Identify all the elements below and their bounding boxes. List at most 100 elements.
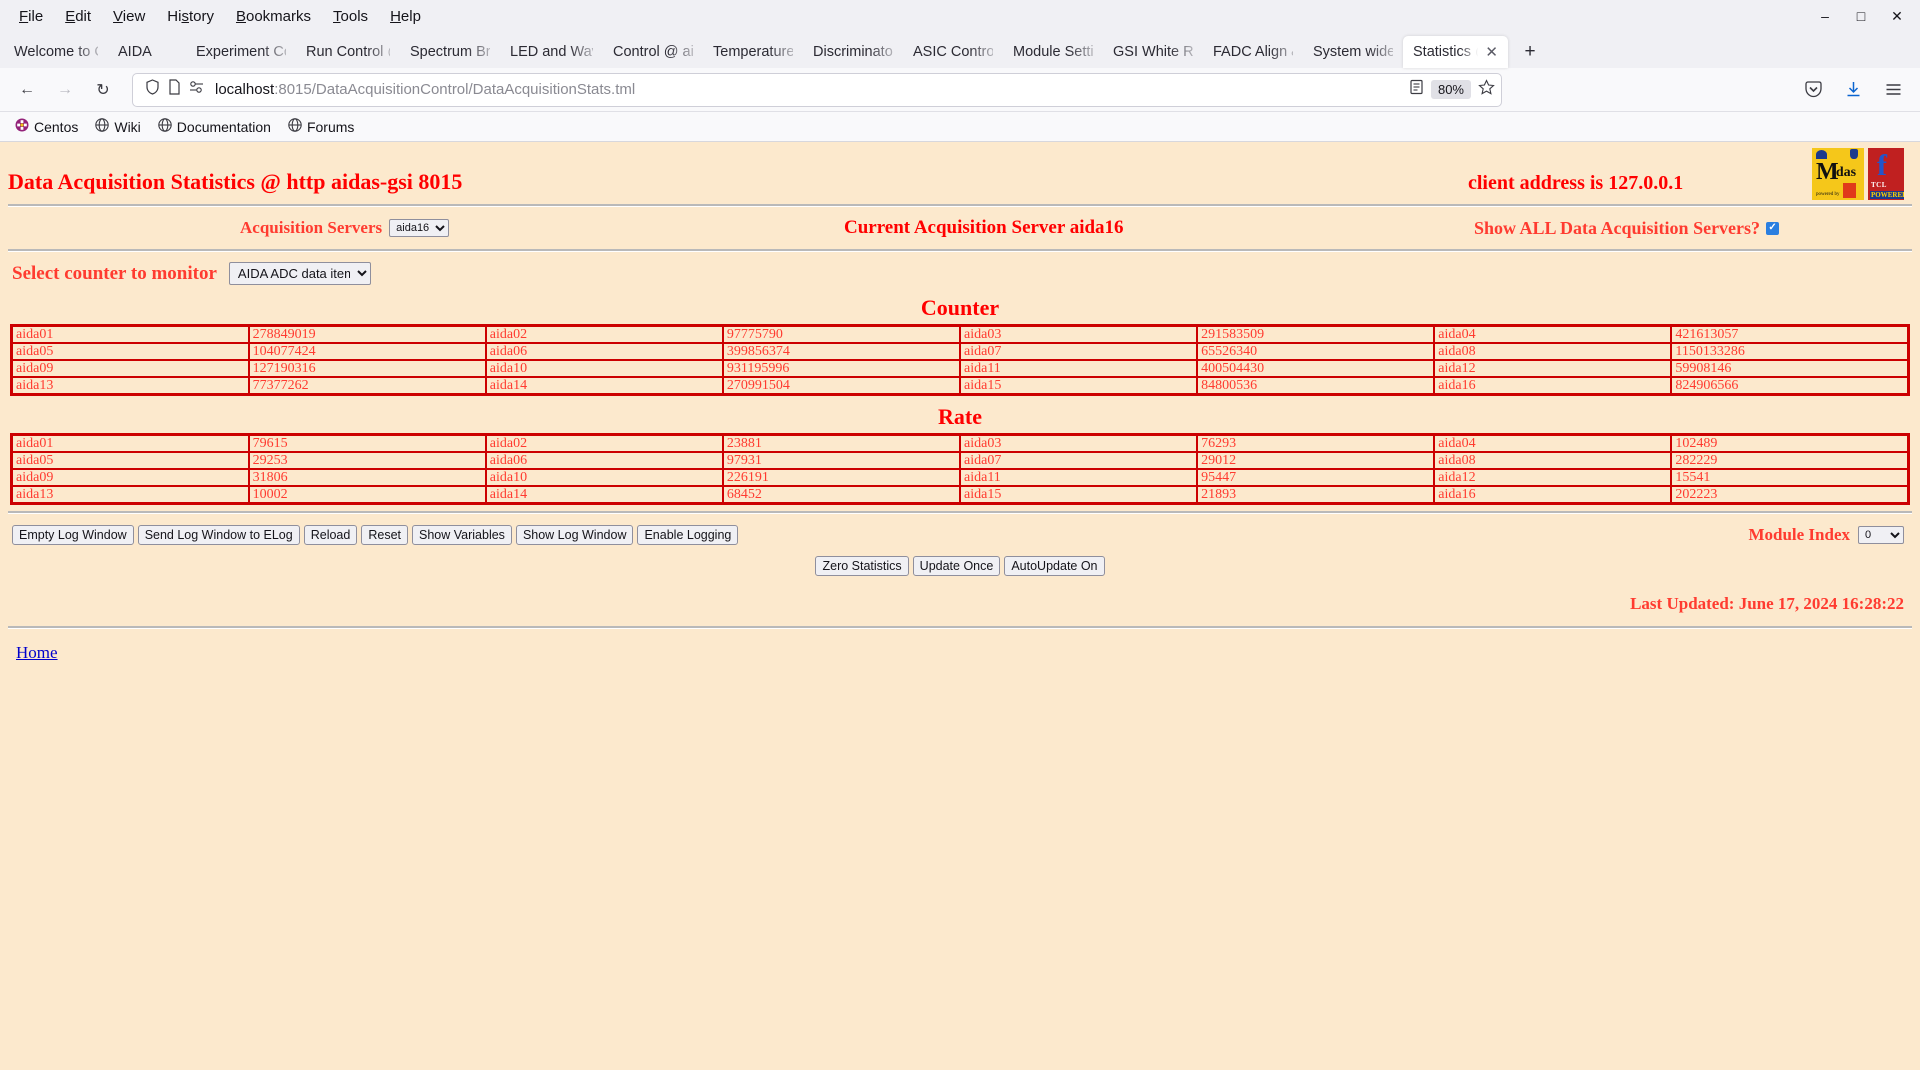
server-value-cell: 15541 — [1670, 468, 1910, 487]
navigation-toolbar: ← → ↻ localhost:8015/DataAcquisitionCont… — [0, 68, 1920, 112]
server-value-cell: 1150133286 — [1670, 342, 1910, 361]
server-name-cell: aida14 — [484, 376, 724, 396]
menu-edit[interactable]: Edit — [54, 5, 102, 28]
bookmarks-bar: Centos Wiki Documentation Forums — [0, 112, 1920, 142]
server-value-cell: 29012 — [1196, 451, 1436, 470]
urlbar-icons — [141, 79, 205, 100]
browser-tab[interactable]: Experiment Control — [186, 36, 296, 68]
bookmark-item[interactable]: Wiki — [88, 116, 147, 137]
server-value-cell: 400504430 — [1196, 359, 1436, 378]
counter-section-title: Counter — [920, 295, 1000, 320]
current-acquisition-server: Current Acquisition Server aida16 — [844, 217, 1124, 238]
log-action-button[interactable]: Reset — [361, 525, 408, 545]
server-name-cell: aida07 — [958, 451, 1199, 470]
server-name-cell: aida07 — [958, 342, 1199, 361]
logo-group: M idas powered by f TCL POWERED — [1812, 148, 1904, 200]
forward-icon[interactable]: → — [48, 73, 82, 107]
tab-close-icon[interactable]: ✕ — [1485, 43, 1498, 61]
log-action-button[interactable]: Show Variables — [412, 525, 512, 545]
maximize-icon[interactable]: □ — [1844, 1, 1878, 31]
browser-tab[interactable]: GSI White Rabbit — [1103, 36, 1203, 68]
acquisition-server-select[interactable]: aida16 — [389, 219, 450, 237]
browser-tab[interactable]: Discriminator co — [803, 36, 903, 68]
tab-label: System wide Ch — [1313, 44, 1393, 60]
hamburger-menu-icon[interactable] — [1876, 73, 1910, 107]
menu-history[interactable]: History — [156, 5, 225, 28]
browser-tab[interactable]: ASIC Control @ — [903, 36, 1003, 68]
page-content: Data Acquisition Statistics @ http aidas… — [0, 142, 1920, 1070]
reader-mode-icon[interactable] — [1409, 79, 1424, 100]
log-action-button[interactable]: Show Log Window — [515, 525, 634, 545]
browser-tab[interactable]: Module Settings — [1003, 36, 1103, 68]
page-info-icon[interactable] — [168, 79, 181, 100]
server-name-cell: aida05 — [10, 451, 250, 470]
counter-select-label: Select counter to monitor — [12, 262, 217, 284]
browser-tab[interactable]: Spectrum Browser — [400, 36, 500, 68]
new-tab-button[interactable]: + — [1514, 36, 1546, 68]
server-name-cell: aida01 — [10, 433, 250, 453]
server-value-cell: 421613057 — [1670, 324, 1910, 344]
rate-table: aida01 79615 aida02 23881 aida03 76293 aida04 1… — [10, 433, 1910, 505]
log-action-button[interactable]: Empty Log Window — [12, 525, 134, 545]
server-value-cell: 21893 — [1196, 485, 1436, 505]
tab-label: Control @ aidas — [613, 44, 693, 60]
action-button-bar: Zero Statistics Update Once AutoUpdate On — [8, 550, 1912, 580]
zoom-level-badge[interactable]: 80% — [1430, 80, 1471, 99]
downloads-icon[interactable] — [1836, 73, 1870, 107]
menu-file[interactable]: File — [8, 5, 54, 28]
tab-label: LED and Waveform — [510, 44, 593, 60]
server-value-cell: 104077424 — [247, 342, 487, 361]
shield-icon[interactable] — [145, 79, 160, 100]
minimize-icon[interactable]: – — [1808, 1, 1842, 31]
menu-bookmarks[interactable]: Bookmarks — [225, 5, 322, 28]
menu-tools[interactable]: Tools — [322, 5, 379, 28]
bookmark-star-icon[interactable] — [1478, 78, 1495, 101]
back-icon[interactable]: ← — [10, 73, 44, 107]
url-bar[interactable]: localhost:8015/DataAcquisitionControl/Da… — [132, 72, 1502, 107]
reload-icon[interactable]: ↻ — [86, 73, 120, 107]
browser-tab[interactable]: Control @ aidas — [603, 36, 703, 68]
server-name-cell: aida04 — [1433, 324, 1673, 344]
bookmark-item[interactable]: Centos — [8, 116, 85, 137]
browser-tab[interactable]: FADC Align & Co — [1203, 36, 1303, 68]
log-action-button[interactable]: Send Log Window to ELog — [137, 525, 300, 545]
browser-tab[interactable]: Run Control @ aidas — [296, 36, 400, 68]
server-name-cell: aida05 — [10, 342, 250, 361]
log-action-button[interactable]: Reload — [303, 525, 358, 545]
counter-select[interactable]: AIDA ADC data items — [228, 262, 371, 285]
tcl-logo-text: TCL — [1871, 181, 1887, 189]
action-button[interactable]: Update Once — [912, 556, 1001, 576]
bookmark-item[interactable]: Documentation — [151, 116, 278, 137]
server-value-cell: 97775790 — [721, 324, 962, 344]
home-link[interactable]: Home — [16, 643, 58, 662]
tab-label: Discriminator co — [813, 44, 893, 60]
client-address: client address is 127.0.0.1 — [1468, 172, 1684, 194]
log-button-bar: Empty Log Window Send Log Window to ELog R… — [8, 520, 1912, 550]
pocket-icon[interactable] — [1796, 73, 1830, 107]
server-name-cell: aida04 — [1433, 433, 1673, 453]
module-index-select[interactable]: 0 — [1858, 526, 1904, 544]
browser-tab[interactable]: System wide Ch — [1303, 36, 1403, 68]
url-text[interactable]: localhost:8015/DataAcquisitionControl/Da… — [215, 81, 635, 98]
divider-2 — [8, 249, 1912, 252]
browser-tab[interactable]: Welcome to CentOS — [4, 36, 108, 68]
acquisition-servers-label: Acquisition Servers — [240, 218, 383, 237]
close-icon[interactable]: ✕ — [1880, 1, 1914, 31]
centos-icon — [15, 118, 29, 135]
server-value-cell: 76293 — [1196, 433, 1436, 453]
action-button[interactable]: Zero Statistics — [815, 556, 909, 576]
browser-tab[interactable]: AIDA — [108, 36, 186, 68]
browser-tab[interactable]: LED and Waveform — [500, 36, 603, 68]
browser-tab[interactable]: Temperature and — [703, 36, 803, 68]
midas-logo-dot — [1816, 150, 1827, 159]
counter-select-row: Select counter to monitor AIDA ADC data … — [8, 258, 1912, 287]
bookmark-item[interactable]: Forums — [281, 116, 361, 137]
server-name-cell: aida08 — [1433, 342, 1673, 361]
show-all-servers-checkbox[interactable]: ✓ — [1766, 221, 1780, 235]
browser-tab[interactable]: Statistics @ ai ✕ — [1403, 36, 1508, 68]
log-action-button[interactable]: Enable Logging — [637, 525, 739, 545]
menu-help[interactable]: Help — [379, 5, 432, 28]
action-button[interactable]: AutoUpdate On — [1004, 556, 1105, 576]
menu-view[interactable]: View — [102, 5, 156, 28]
tracking-protection-icon[interactable] — [189, 80, 205, 99]
